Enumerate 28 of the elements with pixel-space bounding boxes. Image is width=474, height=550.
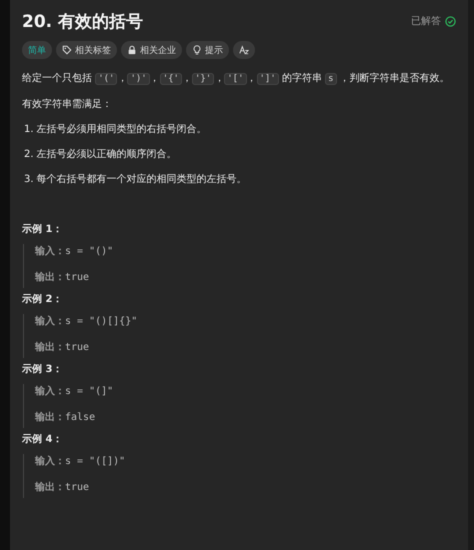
rules-intro: 有效字符串需满足：: [22, 98, 113, 112]
example-output-text: 输出：true: [35, 270, 90, 285]
example-input-text: 输入：s = "()[]{}": [35, 314, 138, 329]
tag-icon: [62, 45, 72, 55]
problem-title: 20. 有效的括号: [22, 10, 144, 32]
lock-icon: [127, 45, 137, 55]
font-size-icon: [239, 45, 249, 55]
problem-description: 给定一个只包括 '(' ， ')' ， '{' ， '}' ， '[' ， ']' 的字符串 s ，判断字符串是否有效。: [22, 72, 451, 87]
example-output-text: 输出：true: [35, 340, 90, 355]
example-input-text: 输入：s = "()": [35, 244, 114, 259]
rule-item: 2. 左括号必须以正确的顺序闭合。: [24, 148, 178, 162]
example-heading: 示例 3：: [22, 362, 64, 377]
example-output-text: 输出：true: [35, 480, 90, 495]
difficulty-tag[interactable]: 简单: [22, 41, 52, 59]
related-tags-button[interactable]: 相关标签: [56, 41, 117, 59]
lightbulb-icon: [192, 45, 202, 55]
rule-item: 3. 每个右括号都有一个对应的相同类型的左括号。: [24, 172, 248, 187]
font-size-button[interactable]: [233, 41, 255, 59]
hint-button[interactable]: 提示: [186, 41, 229, 59]
solved-status: 已解答: [411, 15, 441, 28]
rule-item: 1. 左括号必须用相同类型的右括号闭合。: [24, 122, 208, 137]
example-heading: 示例 1：: [22, 222, 64, 237]
example-heading: 示例 2：: [22, 292, 64, 307]
example-heading: 示例 4：: [22, 432, 64, 447]
related-companies-button[interactable]: 相关企业: [121, 41, 182, 59]
example-input-text: 输入：s = "([])": [35, 454, 126, 469]
example-output-text: 输出：false: [35, 410, 96, 425]
example-input-text: 输入：s = "(]": [35, 384, 114, 399]
